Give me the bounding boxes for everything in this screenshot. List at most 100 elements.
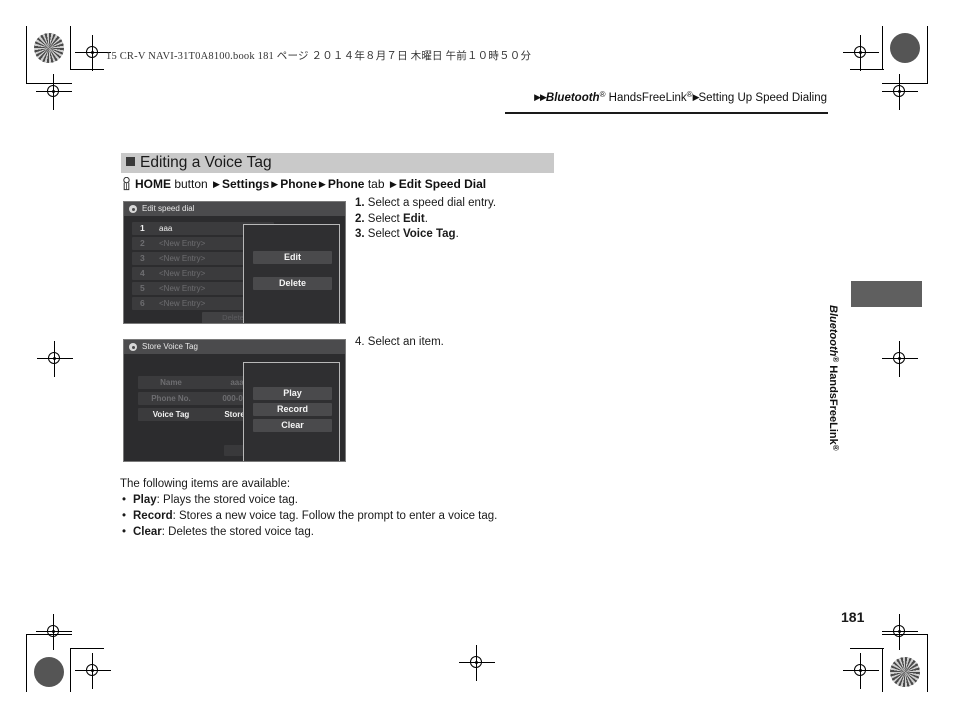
breadcrumb-arrow-icon: ▶▶ [534, 92, 547, 102]
delete-button[interactable]: Delete [253, 277, 332, 290]
field-label: Phone No. [151, 394, 191, 403]
nav-phone-tab-label: Phone [327, 177, 365, 191]
registration-halftone-dot [890, 657, 920, 687]
screen-title-text: Store Voice Tag [142, 342, 198, 351]
step-text-post: . [424, 212, 428, 225]
header-divider [505, 112, 828, 114]
crop-line [70, 648, 104, 650]
crop-line [26, 634, 28, 692]
registration-crosshair [36, 614, 72, 650]
edge-tab-label: Bluetooth® HandsFreeLink® [827, 305, 840, 451]
nav-home-label: HOME [135, 177, 171, 191]
step-emphasis: Edit [402, 212, 425, 225]
crop-line [70, 69, 104, 71]
edge-tab-product: Bluetooth [827, 305, 839, 357]
edit-button[interactable]: Edit [253, 251, 332, 264]
step-list: 1. Select a speed dial entry. 2. Select … [355, 196, 496, 243]
step-text: Select [364, 212, 403, 225]
speed-dial-label: <New Entry> [159, 284, 206, 293]
list-item: Clear: Deletes the stored voice tag. [120, 524, 590, 540]
step-item-3: 3. Select Voice Tag. [355, 227, 496, 243]
step-number: 2. [355, 212, 365, 225]
crop-line [927, 634, 929, 692]
speed-dial-number: 3 [140, 253, 145, 263]
step-emphasis: Voice Tag [402, 228, 456, 240]
nav-settings-label: Settings [221, 177, 270, 191]
body-text-block: The following items are available: Play:… [120, 476, 590, 540]
page-number: 181 [841, 609, 865, 625]
nav-edit-speed-dial-label: Edit Speed Dial [398, 177, 487, 191]
step-number: 1. [355, 197, 365, 209]
home-button-icon [121, 176, 132, 191]
list-item: Record: Stores a new voice tag. Follow t… [120, 508, 590, 524]
nav-phone-label: Phone [280, 177, 317, 191]
speed-dial-label: aaa [159, 224, 173, 233]
available-items-list: Play: Plays the stored voice tag. Record… [120, 492, 590, 540]
breadcrumb-product: Bluetooth [545, 92, 600, 104]
step-number: 4. [355, 336, 365, 348]
clear-button[interactable]: Clear [253, 419, 332, 432]
crop-line [882, 26, 884, 70]
book-code-header: 15 CR-V NAVI-31T0A8100.book 181 ページ ２０１４… [106, 51, 532, 62]
speed-dial-number: 1 [140, 223, 145, 233]
breadcrumb-nav-path: HOME button ▶ Settings ▶ Phone ▶ Phone tab ▶ E… [121, 176, 487, 191]
gear-icon [129, 343, 137, 351]
registration-crosshair [459, 645, 495, 681]
breadcrumb-section: Setting Up Speed Dialing [698, 92, 828, 104]
edge-tab-service: HandsFreeLink [827, 362, 839, 445]
registration-crosshair [882, 614, 918, 650]
registration-crosshair [843, 35, 879, 71]
registration-halftone-dot [890, 33, 920, 63]
step-item-4: 4. Select an item. [355, 336, 444, 348]
crop-line [927, 26, 929, 84]
field-label: Name [160, 378, 182, 387]
crop-line [882, 648, 884, 692]
registration-crosshair [37, 341, 73, 377]
edge-tab-marker [851, 281, 922, 307]
record-button[interactable]: Record [253, 403, 332, 416]
list-item-desc: : Deletes the stored voice tag. [161, 526, 314, 538]
crop-line [70, 26, 72, 70]
nav-arrow-icon: ▶ [213, 179, 220, 189]
registration-crosshair [882, 74, 918, 110]
list-item-desc: : Plays the stored voice tag. [156, 494, 298, 506]
registration-crosshair [75, 653, 111, 689]
speed-dial-label: <New Entry> [159, 269, 206, 278]
step-item-2: 2. Select Edit. [355, 212, 496, 228]
crop-line [850, 648, 884, 650]
step-text-post: . [455, 228, 459, 240]
breadcrumb-service: HandsFreeLink [605, 92, 687, 104]
speed-dial-number: 6 [140, 298, 145, 308]
edit-delete-popup: Edit Delete [243, 224, 340, 323]
voice-tag-action-popup: Play Record Clear [243, 362, 340, 461]
list-item: Play: Plays the stored voice tag. [120, 492, 590, 508]
registration-crosshair [75, 35, 111, 71]
nav-arrow-icon: ▶ [318, 179, 326, 189]
crop-line [26, 26, 28, 84]
square-bullet-icon [126, 157, 135, 166]
section-title-text: Editing a Voice Tag [140, 154, 272, 171]
step-number: 3. [355, 228, 365, 240]
speed-dial-number: 5 [140, 283, 145, 293]
speed-dial-label: <New Entry> [159, 239, 206, 248]
step-text: Select [364, 228, 403, 240]
screen-title-bar: Store Voice Tag [124, 340, 345, 354]
registered-mark-icon: ® [831, 444, 840, 451]
nav-arrow-icon: ▶ [271, 179, 279, 189]
registration-halftone-dot [34, 33, 64, 63]
screen-title-bar: Edit speed dial [124, 202, 345, 216]
crop-line [70, 648, 72, 692]
nav-button-word: button [171, 177, 212, 191]
list-item-desc: : Stores a new voice tag. Follow the pro… [172, 510, 498, 522]
speed-dial-number: 4 [140, 268, 145, 278]
body-lead-text: The following items are available: [120, 478, 291, 490]
speed-dial-label: <New Entry> [159, 254, 206, 263]
play-button[interactable]: Play [253, 387, 332, 400]
crop-line [850, 69, 884, 71]
nav-arrow-icon: ▶ [389, 179, 397, 189]
step-text: Select a speed dial entry. [364, 197, 497, 209]
list-item-term: Clear [133, 526, 162, 538]
list-item-term: Play [133, 494, 157, 506]
registration-crosshair [843, 653, 879, 689]
page-title: Editing a Voice Tag [126, 154, 272, 172]
